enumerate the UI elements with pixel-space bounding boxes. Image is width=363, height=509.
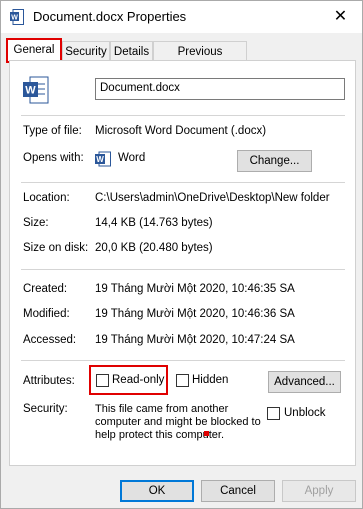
unblock-label[interactable]: Unblock bbox=[284, 407, 326, 419]
tab-security[interactable]: Security bbox=[62, 41, 110, 61]
tab-details[interactable]: Details bbox=[110, 41, 153, 61]
modified-value: 19 Tháng Mười Một 2020, 10:46:36 SA bbox=[95, 308, 295, 320]
hidden-label[interactable]: Hidden bbox=[192, 374, 228, 386]
accessed-value: 19 Tháng Mười Một 2020, 10:47:24 SA bbox=[95, 334, 295, 346]
apply-button[interactable]: Apply bbox=[282, 480, 356, 502]
size-label: Size: bbox=[23, 217, 49, 229]
size-value: 14,4 KB (14.763 bytes) bbox=[95, 217, 213, 229]
security-text-line1: This file came from another bbox=[95, 403, 229, 415]
svg-text:W: W bbox=[11, 15, 18, 22]
word-app-icon: W bbox=[95, 151, 111, 167]
created-value: 19 Tháng Mười Một 2020, 10:46:35 SA bbox=[95, 283, 295, 295]
opens-with-label: Opens with: bbox=[23, 152, 84, 164]
unblock-checkbox[interactable] bbox=[267, 407, 280, 420]
modified-label: Modified: bbox=[23, 308, 70, 320]
attributes-label: Attributes: bbox=[23, 375, 75, 387]
word-doc-icon: W bbox=[10, 9, 24, 25]
ok-button-label: OK bbox=[148, 485, 166, 497]
filename-input[interactable]: Document.docx bbox=[95, 78, 345, 100]
readonly-label[interactable]: Read-only bbox=[112, 374, 164, 386]
security-label: Security: bbox=[23, 403, 68, 415]
separator bbox=[21, 269, 345, 270]
svg-text:W: W bbox=[96, 155, 104, 164]
tab-details-label: Details bbox=[113, 46, 150, 58]
location-label: Location: bbox=[23, 192, 70, 204]
cursor-marker bbox=[204, 431, 209, 436]
change-button-label: Change... bbox=[249, 155, 300, 167]
filename-text: Document.docx bbox=[100, 82, 180, 94]
close-button[interactable]: ✕ bbox=[319, 1, 362, 33]
apply-button-label: Apply bbox=[304, 485, 334, 497]
readonly-checkbox[interactable] bbox=[96, 374, 109, 387]
advanced-button[interactable]: Advanced... bbox=[268, 371, 341, 393]
change-button[interactable]: Change... bbox=[237, 150, 312, 172]
cancel-button[interactable]: Cancel bbox=[201, 480, 275, 502]
properties-dialog: W Document.docx Properties ✕ General Sec… bbox=[0, 0, 363, 509]
cancel-button-label: Cancel bbox=[220, 485, 256, 497]
type-value: Microsoft Word Document (.docx) bbox=[95, 125, 267, 137]
location-value: C:\Users\admin\OneDrive\Desktop\New fold… bbox=[95, 192, 330, 204]
hidden-checkbox[interactable] bbox=[176, 374, 189, 387]
tab-general-label: General bbox=[13, 44, 55, 56]
separator bbox=[21, 115, 345, 116]
word-file-icon: W bbox=[23, 76, 49, 104]
size-on-disk-label: Size on disk: bbox=[23, 242, 89, 254]
security-text-line2: computer and might be blocked to bbox=[95, 416, 261, 428]
ok-button[interactable]: OK bbox=[120, 480, 194, 502]
separator bbox=[21, 182, 345, 183]
title-bar: W Document.docx Properties ✕ bbox=[1, 1, 362, 33]
svg-text:W: W bbox=[25, 85, 36, 97]
type-label: Type of file: bbox=[23, 125, 82, 137]
created-label: Created: bbox=[23, 283, 68, 295]
opens-with-value: Word bbox=[118, 152, 146, 164]
separator bbox=[21, 360, 345, 361]
tab-previous-versions[interactable]: Previous Versions bbox=[153, 41, 247, 78]
window-title: Document.docx Properties bbox=[33, 9, 187, 24]
tab-security-label: Security bbox=[65, 46, 107, 58]
advanced-button-label: Advanced... bbox=[274, 376, 335, 388]
accessed-label: Accessed: bbox=[23, 334, 77, 346]
size-on-disk-value: 20,0 KB (20.480 bytes) bbox=[95, 242, 213, 254]
